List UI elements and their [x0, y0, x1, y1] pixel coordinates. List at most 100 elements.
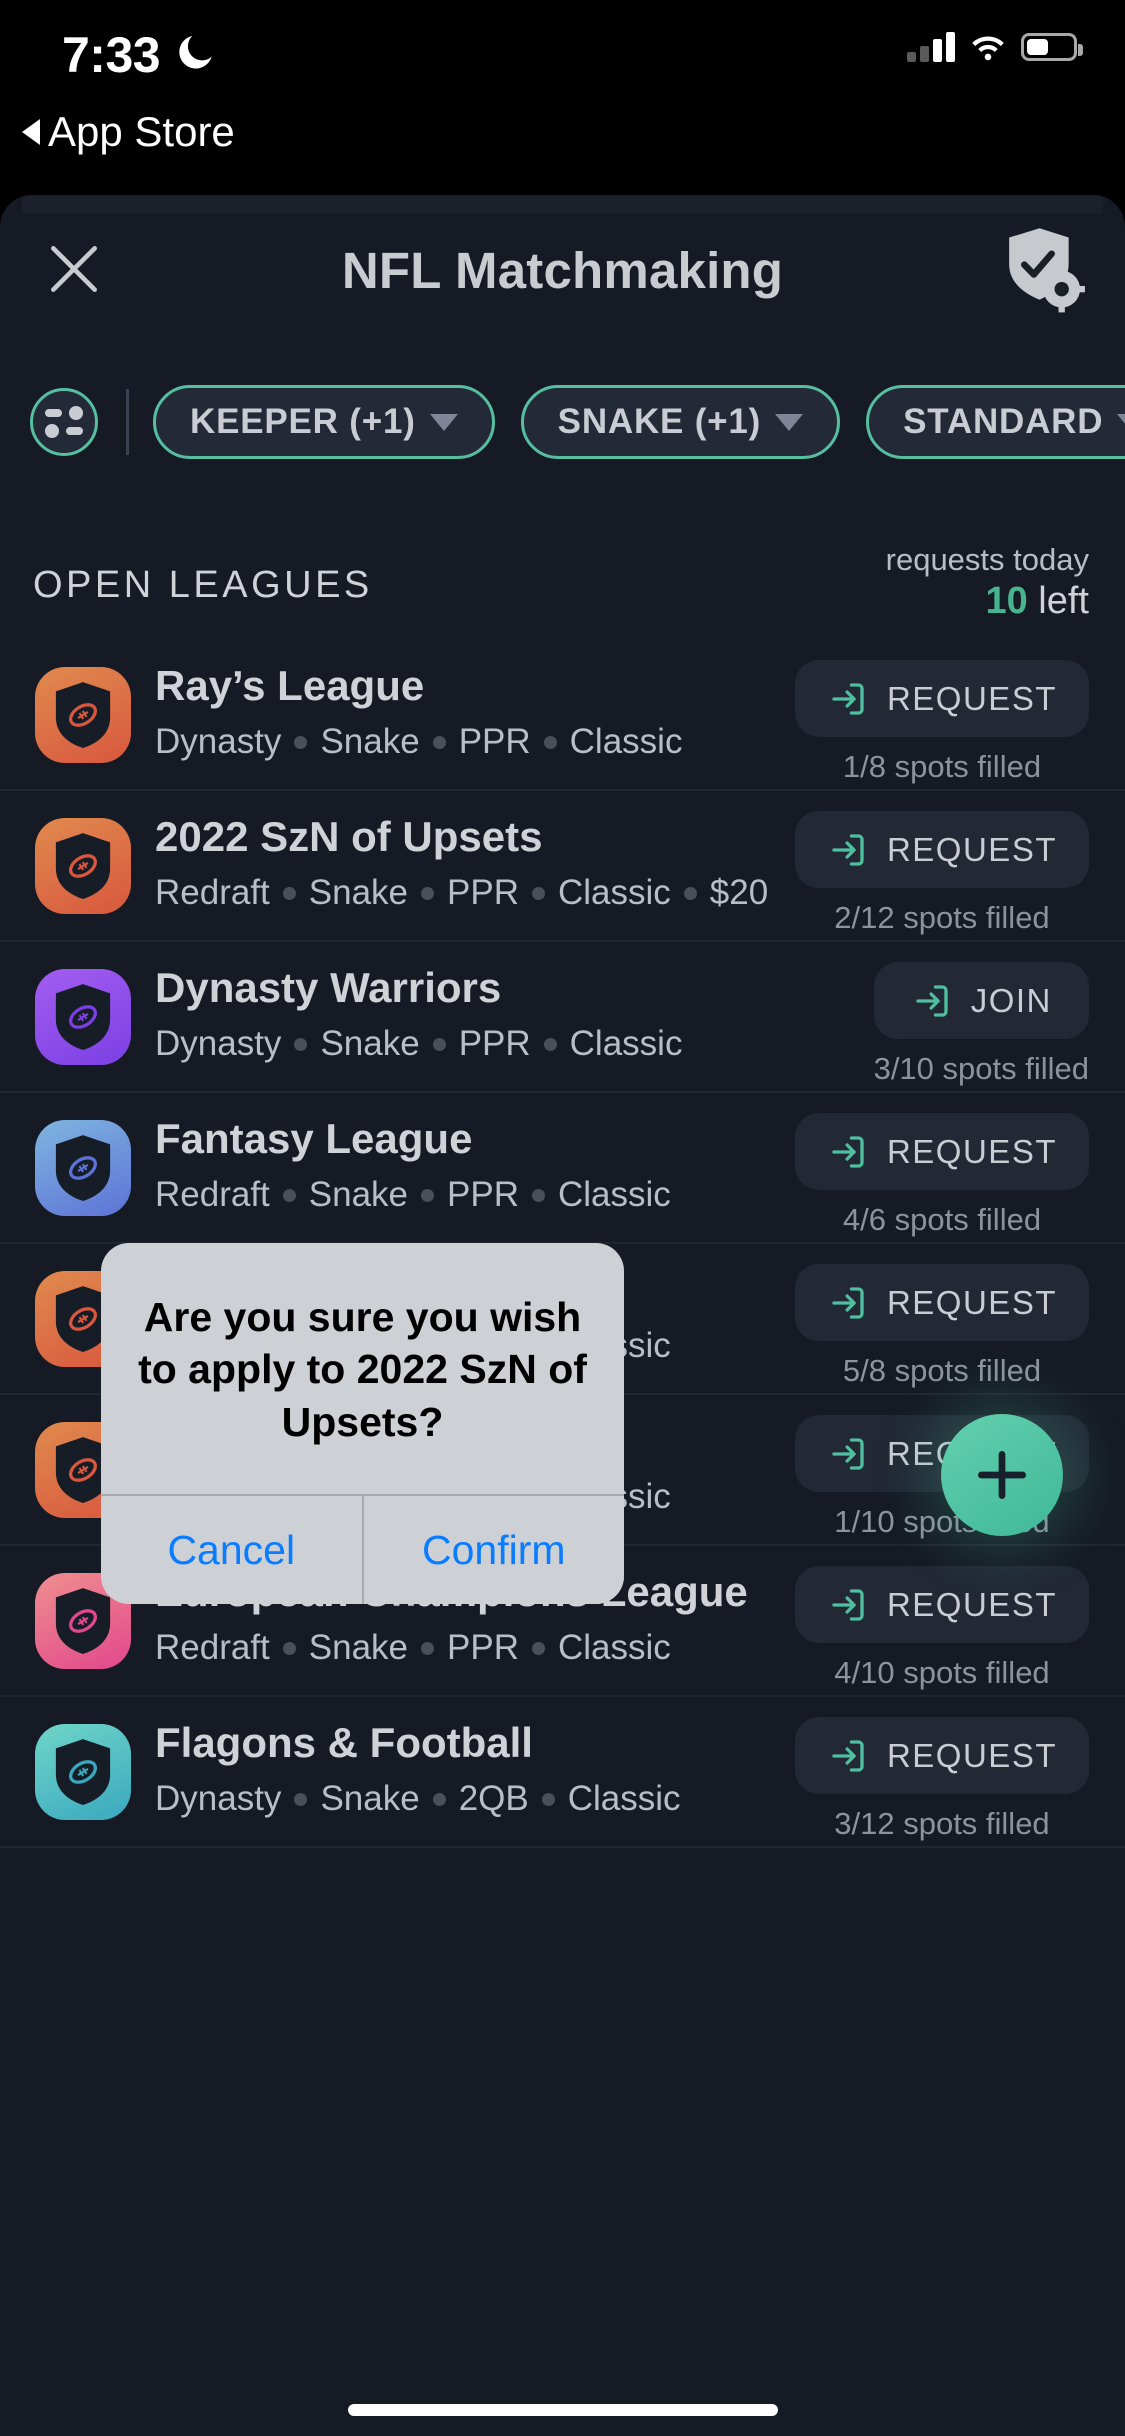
- league-name: Flagons & Football: [155, 1719, 533, 1766]
- league-name: Fantasy League: [155, 1115, 473, 1162]
- league-tag: Snake: [308, 1175, 409, 1214]
- tag-separator-dot: [294, 1037, 308, 1051]
- requests-count: 10: [985, 580, 1028, 622]
- request-button[interactable]: REQUEST: [794, 811, 1089, 888]
- home-indicator: [347, 2404, 778, 2416]
- back-triangle-icon: [22, 119, 40, 145]
- league-row[interactable]: Fantasy League Redraft Snake PPR Classic REQU…: [0, 1093, 1125, 1244]
- league-action: REQUEST 3/12 spots filled: [794, 1717, 1089, 1842]
- request-button[interactable]: REQUEST: [794, 1113, 1089, 1190]
- league-avatar: [35, 818, 131, 914]
- tag-separator-dot: [282, 1641, 296, 1655]
- league-avatar: [35, 667, 131, 763]
- tag-separator-dot: [282, 886, 296, 900]
- spots-filled: 2/12 spots filled: [834, 900, 1050, 935]
- league-tags: Dynasty Snake 2QB Classic: [155, 1779, 681, 1819]
- chips-divider: [126, 389, 129, 455]
- chip-keeper[interactable]: KEEPER (+1): [153, 385, 495, 459]
- league-avatar: [35, 1120, 131, 1216]
- request-button[interactable]: REQUEST: [794, 1566, 1089, 1643]
- moon-icon: [179, 35, 212, 69]
- requests-remaining: requests today 10 left: [886, 542, 1089, 623]
- tag-separator-dot: [294, 1792, 308, 1806]
- request-button[interactable]: REQUEST: [794, 660, 1089, 737]
- action-label: REQUEST: [886, 1736, 1057, 1774]
- league-tag: Classic: [558, 873, 671, 912]
- chip-snake[interactable]: SNAKE (+1): [520, 385, 841, 459]
- tag-separator-dot: [432, 1037, 446, 1051]
- league-tags: Dynasty Snake PPR Classic: [155, 722, 682, 762]
- league-avatar: [35, 969, 131, 1065]
- tag-separator-dot: [432, 1792, 446, 1806]
- tag-separator-dot: [282, 1188, 296, 1202]
- league-tag: PPR: [458, 1024, 531, 1063]
- action-label: REQUEST: [886, 1585, 1057, 1623]
- chip-snake-label: SNAKE (+1): [557, 402, 762, 441]
- request-button[interactable]: REQUEST: [794, 1717, 1089, 1794]
- confirm-button[interactable]: Confirm: [361, 1496, 624, 1605]
- league-row[interactable]: Flagons & Football Dynasty Snake 2QB Classic…: [0, 1697, 1125, 1848]
- chip-standard-label: STANDARD: [903, 402, 1104, 441]
- league-tag: 2QB: [458, 1779, 529, 1818]
- tag-separator-dot: [683, 886, 697, 900]
- cancel-button[interactable]: Cancel: [101, 1496, 362, 1605]
- page-title: NFL Matchmaking: [341, 242, 784, 299]
- spots-filled: 1/8 spots filled: [842, 749, 1042, 784]
- league-avatar: [35, 1724, 131, 1820]
- chip-standard[interactable]: STANDARD: [866, 385, 1125, 459]
- request-button[interactable]: REQUEST: [794, 1264, 1089, 1341]
- league-info: Fantasy League Redraft Snake PPR Classic: [155, 1115, 671, 1215]
- tag-separator-dot: [294, 735, 308, 749]
- league-action: REQUEST 2/12 spots filled: [794, 811, 1089, 936]
- shield-check-gear-icon[interactable]: [997, 223, 1089, 315]
- spots-filled: 3/12 spots filled: [834, 1806, 1050, 1841]
- login-arrow-icon: [832, 1739, 864, 1772]
- league-row[interactable]: Dynasty Warriors Dynasty Snake PPR Classic JO…: [0, 942, 1125, 1093]
- tag-separator-dot: [543, 1037, 557, 1051]
- league-tag: Snake: [320, 1024, 420, 1063]
- action-label: REQUEST: [886, 1132, 1057, 1170]
- league-action: REQUEST 1/8 spots filled: [794, 660, 1089, 785]
- league-tag: PPR: [447, 1628, 519, 1667]
- league-tag: PPR: [458, 722, 531, 761]
- app-header: NFL Matchmaking: [0, 195, 1125, 345]
- action-label: REQUEST: [886, 1283, 1057, 1321]
- league-tag: Snake: [320, 1779, 420, 1818]
- action-label: REQUEST: [886, 679, 1057, 717]
- league-row[interactable]: Ray’s League Dynasty Snake PPR Classic REQUES…: [0, 640, 1125, 791]
- login-arrow-icon: [916, 984, 948, 1017]
- league-tag: Dynasty: [155, 722, 282, 761]
- confirm-dialog: Are you sure you wish to apply to 2022 S…: [101, 1243, 624, 1605]
- chip-keeper-label: KEEPER (+1): [190, 402, 416, 441]
- requests-count-line: 10 left: [886, 580, 1089, 623]
- back-to-app-store-link[interactable]: App Store: [22, 108, 235, 156]
- join-button[interactable]: JOIN: [873, 962, 1089, 1039]
- create-league-fab[interactable]: [941, 1414, 1063, 1536]
- action-label: REQUEST: [886, 830, 1057, 868]
- league-tag: PPR: [447, 873, 519, 912]
- league-tag: Classic: [569, 722, 683, 761]
- login-arrow-icon: [832, 682, 864, 715]
- league-tags: Redraft Snake PPR Classic $20: [155, 873, 768, 913]
- spots-filled: 3/10 spots filled: [873, 1051, 1089, 1086]
- league-tag: Snake: [308, 1628, 409, 1667]
- league-tag: Redraft: [155, 873, 270, 912]
- login-arrow-icon: [832, 1286, 864, 1319]
- chevron-down-icon: [1117, 413, 1125, 431]
- league-row[interactable]: 2022 SzN of Upsets Redraft Snake PPR Classic…: [0, 791, 1125, 942]
- league-tag: $20: [709, 873, 769, 912]
- battery-icon: [1021, 33, 1083, 61]
- login-arrow-icon: [832, 833, 864, 866]
- league-tag: Dynasty: [155, 1024, 282, 1063]
- tag-separator-dot: [421, 1188, 435, 1202]
- status-bar: 7:33 App Store: [0, 0, 1125, 170]
- filter-button[interactable]: [30, 388, 98, 456]
- league-tag: Redraft: [155, 1175, 270, 1214]
- tag-separator-dot: [532, 886, 545, 900]
- league-tags: Dynasty Snake PPR Classic: [155, 1024, 682, 1064]
- tag-separator-dot: [421, 1641, 435, 1655]
- filter-chips-row[interactable]: KEEPER (+1) SNAKE (+1) STANDARD: [0, 367, 1125, 477]
- league-tag: Redraft: [155, 1628, 270, 1667]
- league-name: Dynasty Warriors: [155, 964, 502, 1011]
- action-label: JOIN: [970, 981, 1052, 1019]
